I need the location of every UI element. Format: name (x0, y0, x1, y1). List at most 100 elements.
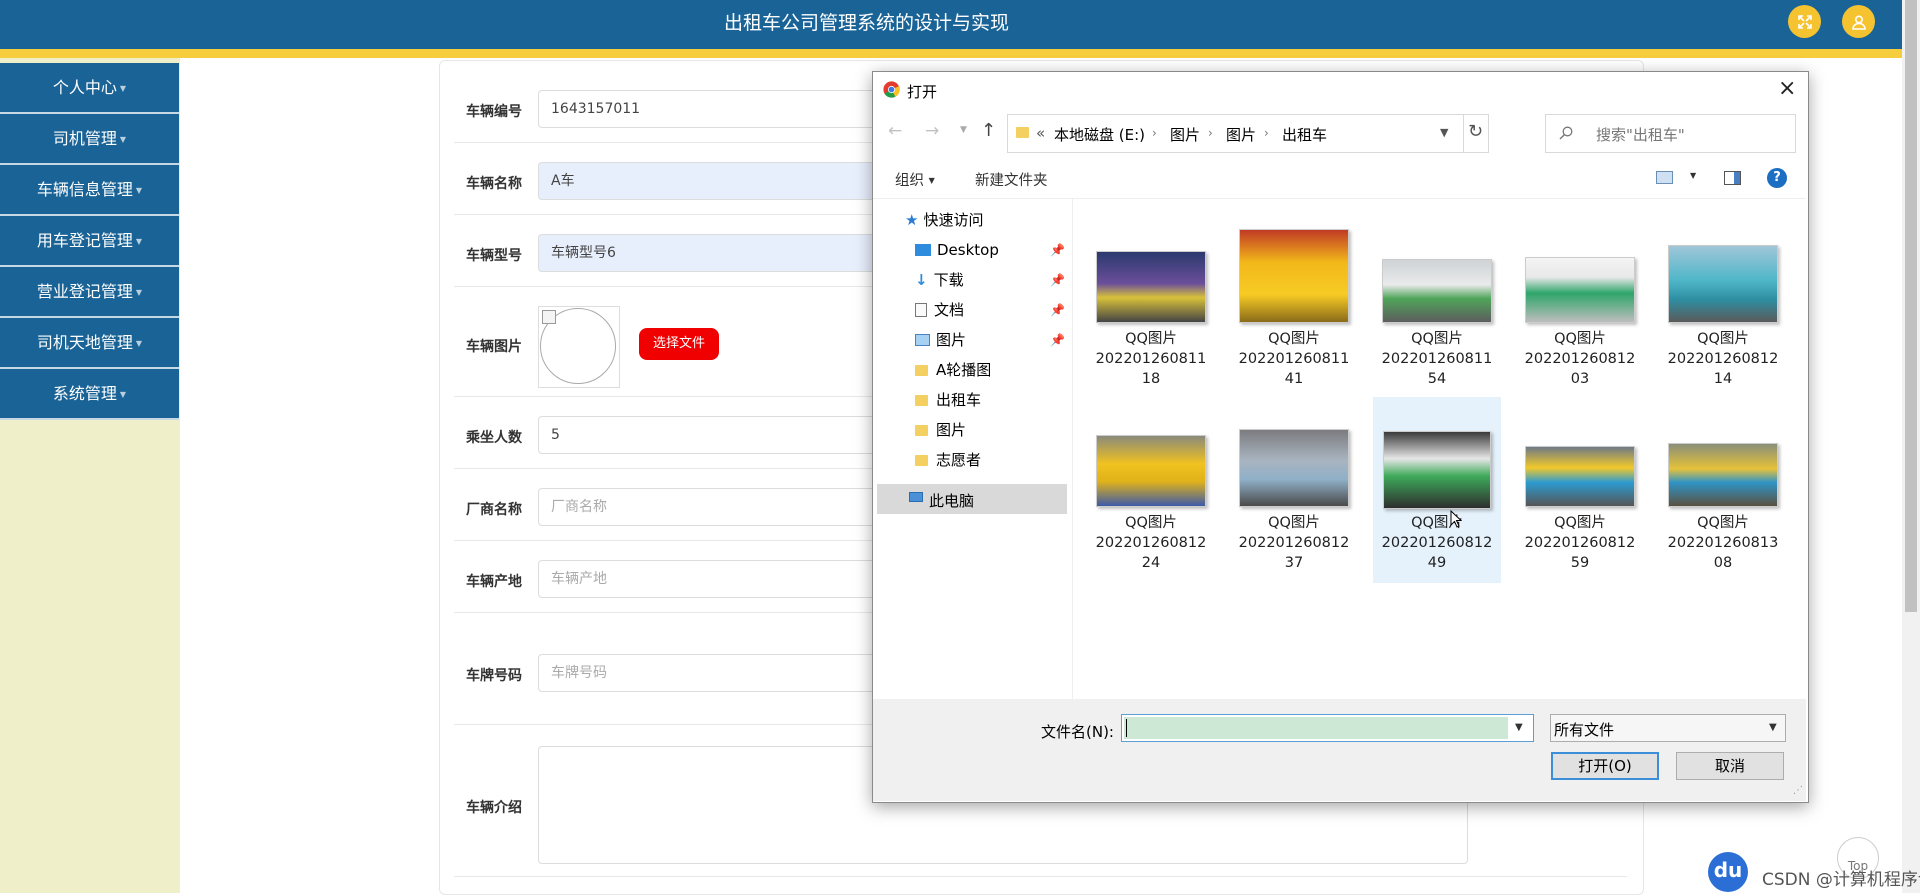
breadcrumb-pictures[interactable]: 图片 (1170, 124, 1200, 145)
forward-arrow-icon[interactable]: → (925, 121, 939, 141)
file-name: QQ图片 202201260812 49 (1381, 515, 1493, 571)
chevron-down-icon: ▼ (135, 237, 143, 246)
sidebar-item-system-management[interactable]: 系统管理 ▼ (0, 369, 179, 420)
download-icon: ↓ (915, 271, 928, 289)
preview-pane-icon[interactable] (1724, 171, 1741, 185)
file-item[interactable]: QQ图片 202201260812 14 (1659, 211, 1787, 397)
document-icon (915, 303, 927, 317)
new-folder-button[interactable]: 新建文件夹 (975, 169, 1048, 190)
nav-item-carousel[interactable]: A轮播图 (915, 357, 991, 383)
file-item-selected[interactable]: QQ图片 202201260812 49 (1373, 397, 1501, 583)
recent-dropdown-icon[interactable]: ▼ (960, 125, 967, 135)
fullscreen-button[interactable] (1788, 5, 1821, 38)
search-box[interactable]: 搜索"出租车" (1545, 114, 1796, 153)
file-item[interactable]: QQ图片 202201260812 03 (1516, 211, 1644, 397)
chevron-down-icon: ▼ (119, 135, 127, 144)
folder-icon (915, 425, 928, 436)
file-thumbnail (1525, 446, 1635, 507)
nav-item-taxi[interactable]: 出租车 (915, 387, 981, 413)
chevron-down-icon[interactable]: ▼ (1690, 171, 1696, 180)
header-accent-stripe (0, 49, 1902, 58)
file-name: QQ图片 202201260811 41 (1238, 331, 1350, 387)
file-item[interactable]: QQ图片 202201260813 08 (1659, 399, 1787, 585)
breadcrumb-drive[interactable]: 本地磁盘 (E:) (1054, 124, 1145, 145)
image-preview (538, 306, 620, 388)
file-thumbnail (1096, 435, 1206, 507)
pictures-icon (915, 334, 930, 346)
nav-label: 出租车 (936, 391, 982, 409)
organize-label: 组织 (895, 173, 924, 189)
nav-item-pictures[interactable]: 图片 (915, 327, 966, 353)
chevron-down-icon: ▼ (135, 339, 143, 348)
nav-quick-access[interactable]: ★ 快速访问 (905, 207, 983, 233)
file-name: QQ图片 202201260812 59 (1524, 515, 1636, 571)
sidebar-item-label: 系统管理 (52, 384, 117, 403)
file-name: QQ图片 202201260812 24 (1095, 515, 1207, 571)
file-item[interactable]: QQ图片 202201260811 41 (1230, 211, 1358, 397)
back-arrow-icon[interactable]: ← (888, 121, 902, 141)
sidebar-item-vehicle-info[interactable]: 车辆信息管理 ▼ (0, 165, 179, 216)
sidebar-item-car-registration[interactable]: 用车登记管理 ▼ (0, 216, 179, 267)
refresh-icon[interactable]: ↻ (1468, 121, 1483, 142)
file-thumbnail (1383, 431, 1491, 509)
page-scrollbar[interactable] (1902, 0, 1920, 893)
star-icon: ★ (905, 211, 919, 229)
help-icon[interactable]: ? (1767, 168, 1787, 188)
nav-item-this-pc[interactable]: 此电脑 (877, 484, 1067, 514)
breadcrumb-separator-icon: › (1264, 126, 1269, 140)
filetype-value: 所有文件 (1554, 721, 1615, 739)
field-label: 乘坐人数 (466, 430, 522, 446)
sidebar-item-driver-forum[interactable]: 司机天地管理 ▼ (0, 318, 179, 369)
organize-menu[interactable]: 组织 ▼ (895, 169, 935, 190)
file-item[interactable]: QQ图片 202201260812 24 (1087, 399, 1215, 585)
search-input[interactable]: 搜索"出租车" (1596, 124, 1685, 145)
chevron-down-icon[interactable]: ▼ (1440, 126, 1448, 139)
breadcrumb-pictures-sub[interactable]: 图片 (1226, 124, 1256, 145)
file-name: QQ图片 202201260812 03 (1524, 331, 1636, 387)
choose-file-button[interactable]: 选择文件 (639, 328, 719, 360)
file-name: QQ图片 202201260812 37 (1238, 515, 1350, 571)
divider (1463, 115, 1464, 152)
sidebar-item-label: 营业登记管理 (36, 282, 133, 301)
file-thumbnail (1096, 251, 1206, 323)
dialog-footer: 文件名(N): ▼ 所有文件 ▼ 打开(O) 取消 ⋰ (873, 699, 1806, 801)
view-options-icon[interactable] (1656, 171, 1673, 184)
sidebar-item-label: 车辆信息管理 (36, 180, 133, 199)
folder-icon (915, 455, 928, 466)
close-icon[interactable]: × (1778, 76, 1796, 101)
filetype-select[interactable]: 所有文件 ▼ (1550, 714, 1786, 742)
address-bar[interactable]: « 本地磁盘 (E:) › 图片 › 图片 › 出租车 ▼ ↻ (1007, 114, 1489, 153)
resize-grip-icon[interactable]: ⋰ (1793, 785, 1803, 796)
sidebar-item-business-registration[interactable]: 营业登记管理 ▼ (0, 267, 179, 318)
broken-image-icon (542, 310, 556, 324)
filename-input[interactable] (1124, 717, 1508, 739)
nav-item-volunteers[interactable]: 志愿者 (915, 447, 981, 473)
nav-item-downloads[interactable]: ↓ 下载 (915, 267, 964, 293)
nav-item-desktop[interactable]: Desktop (915, 237, 999, 263)
pin-icon: 📌 (1050, 273, 1065, 287)
chevron-down-icon[interactable]: ▼ (1515, 722, 1523, 733)
sidebar-item-label: 司机天地管理 (36, 333, 133, 352)
file-item[interactable]: QQ图片 202201260811 18 (1087, 211, 1215, 397)
scrollbar-thumb[interactable] (1905, 0, 1917, 612)
sidebar-item-personal-center[interactable]: 个人中心 ▼ (0, 63, 179, 114)
nav-item-pictures-folder[interactable]: 图片 (915, 417, 966, 443)
sidebar-item-label: 个人中心 (52, 78, 117, 97)
file-item[interactable]: QQ图片 202201260811 54 (1373, 211, 1501, 397)
sidebar-item-driver-management[interactable]: 司机管理 ▼ (0, 114, 179, 165)
breadcrumb-overflow[interactable]: « (1036, 124, 1045, 142)
file-thumbnail (1668, 245, 1778, 323)
file-open-dialog: 打开 × ← → ▼ ↑ « 本地磁盘 (E:) › 图片 › 图片 › 出租车… (872, 71, 1809, 803)
up-arrow-icon[interactable]: ↑ (981, 120, 996, 141)
nav-item-documents[interactable]: 文档 (915, 297, 964, 323)
breadcrumb-taxi[interactable]: 出租车 (1282, 124, 1327, 145)
file-item[interactable]: QQ图片 202201260812 37 (1230, 399, 1358, 585)
file-item[interactable]: QQ图片 202201260812 59 (1516, 399, 1644, 585)
user-button[interactable] (1842, 5, 1875, 38)
open-button[interactable]: 打开(O) (1551, 752, 1659, 780)
folder-icon (915, 365, 928, 376)
filename-combobox[interactable]: ▼ (1121, 714, 1534, 742)
field-label: 车辆型号 (466, 248, 522, 264)
file-thumbnail (1239, 429, 1349, 507)
cancel-button[interactable]: 取消 (1676, 752, 1784, 780)
